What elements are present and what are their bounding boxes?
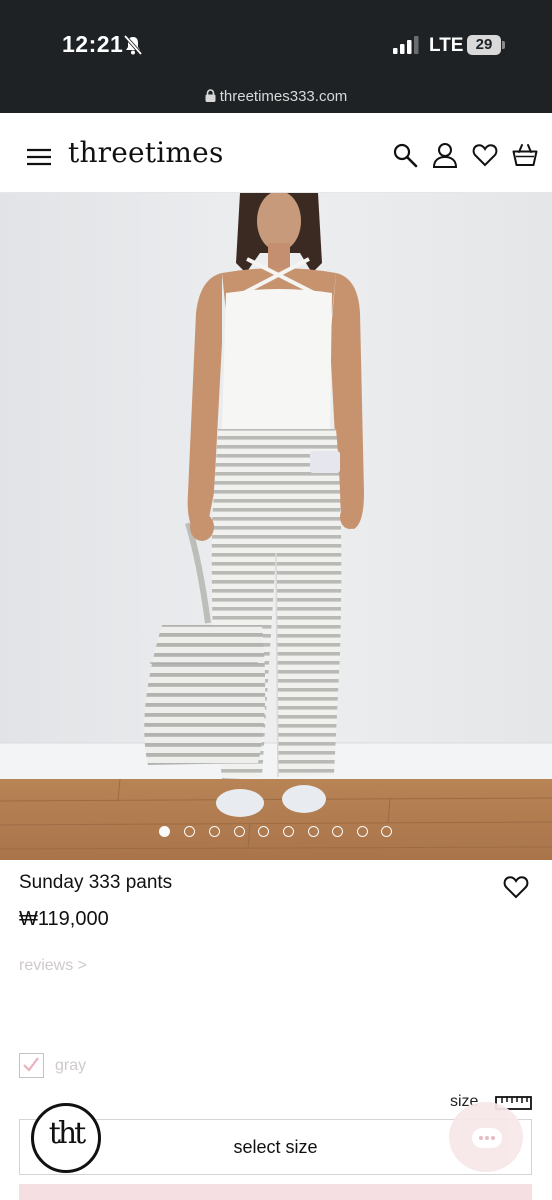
battery-level: 29	[467, 35, 501, 55]
account-icon[interactable]	[432, 142, 458, 168]
search-icon[interactable]	[392, 142, 418, 168]
wishlist-heart-icon[interactable]	[503, 875, 529, 899]
lock-icon	[205, 89, 216, 102]
gallery-dot[interactable]	[258, 826, 269, 837]
product-image[interactable]	[0, 193, 552, 860]
brand-badge[interactable]: tht	[31, 1103, 101, 1173]
site-logo[interactable]: threetimes	[68, 136, 224, 169]
status-time: 12:21	[62, 31, 124, 57]
signal-icon	[393, 36, 419, 54]
product-photo	[0, 193, 552, 860]
checkmark-icon	[23, 1057, 39, 1072]
gallery-dot[interactable]	[159, 826, 170, 837]
url-text: threetimes333.com	[219, 88, 348, 105]
reviews-link[interactable]: reviews >	[19, 957, 87, 975]
brand-badge-text: tht	[48, 1116, 86, 1151]
cart-icon[interactable]	[512, 142, 538, 168]
heart-icon[interactable]	[472, 142, 498, 168]
gallery-dot[interactable]	[209, 826, 220, 837]
gallery-dot[interactable]	[381, 826, 392, 837]
site-header: threetimes	[0, 113, 552, 193]
network-type: LTE	[429, 35, 464, 56]
status-bar: 12:21 LTE 29 threetimes333.com	[0, 0, 552, 113]
battery-icon: 29	[467, 35, 505, 55]
add-to-cart-button[interactable]	[19, 1184, 532, 1200]
gallery-dot[interactable]	[184, 826, 195, 837]
gallery-dot[interactable]	[332, 826, 343, 837]
chat-button[interactable]	[449, 1102, 523, 1172]
color-checkbox[interactable]	[19, 1053, 44, 1078]
gallery-dot[interactable]	[283, 826, 294, 837]
menu-icon[interactable]	[26, 147, 52, 167]
address-bar[interactable]: threetimes333.com	[0, 88, 552, 105]
chat-icon	[472, 1128, 502, 1148]
gallery-dot[interactable]	[234, 826, 245, 837]
color-label: gray	[55, 1057, 87, 1074]
gallery-dot[interactable]	[357, 826, 368, 837]
product-price: ₩119,000	[19, 908, 109, 930]
product-name: Sunday 333 pants	[19, 872, 173, 893]
bell-muted-icon	[123, 35, 143, 55]
gallery-pagination	[0, 826, 552, 840]
gallery-dot[interactable]	[308, 826, 319, 837]
